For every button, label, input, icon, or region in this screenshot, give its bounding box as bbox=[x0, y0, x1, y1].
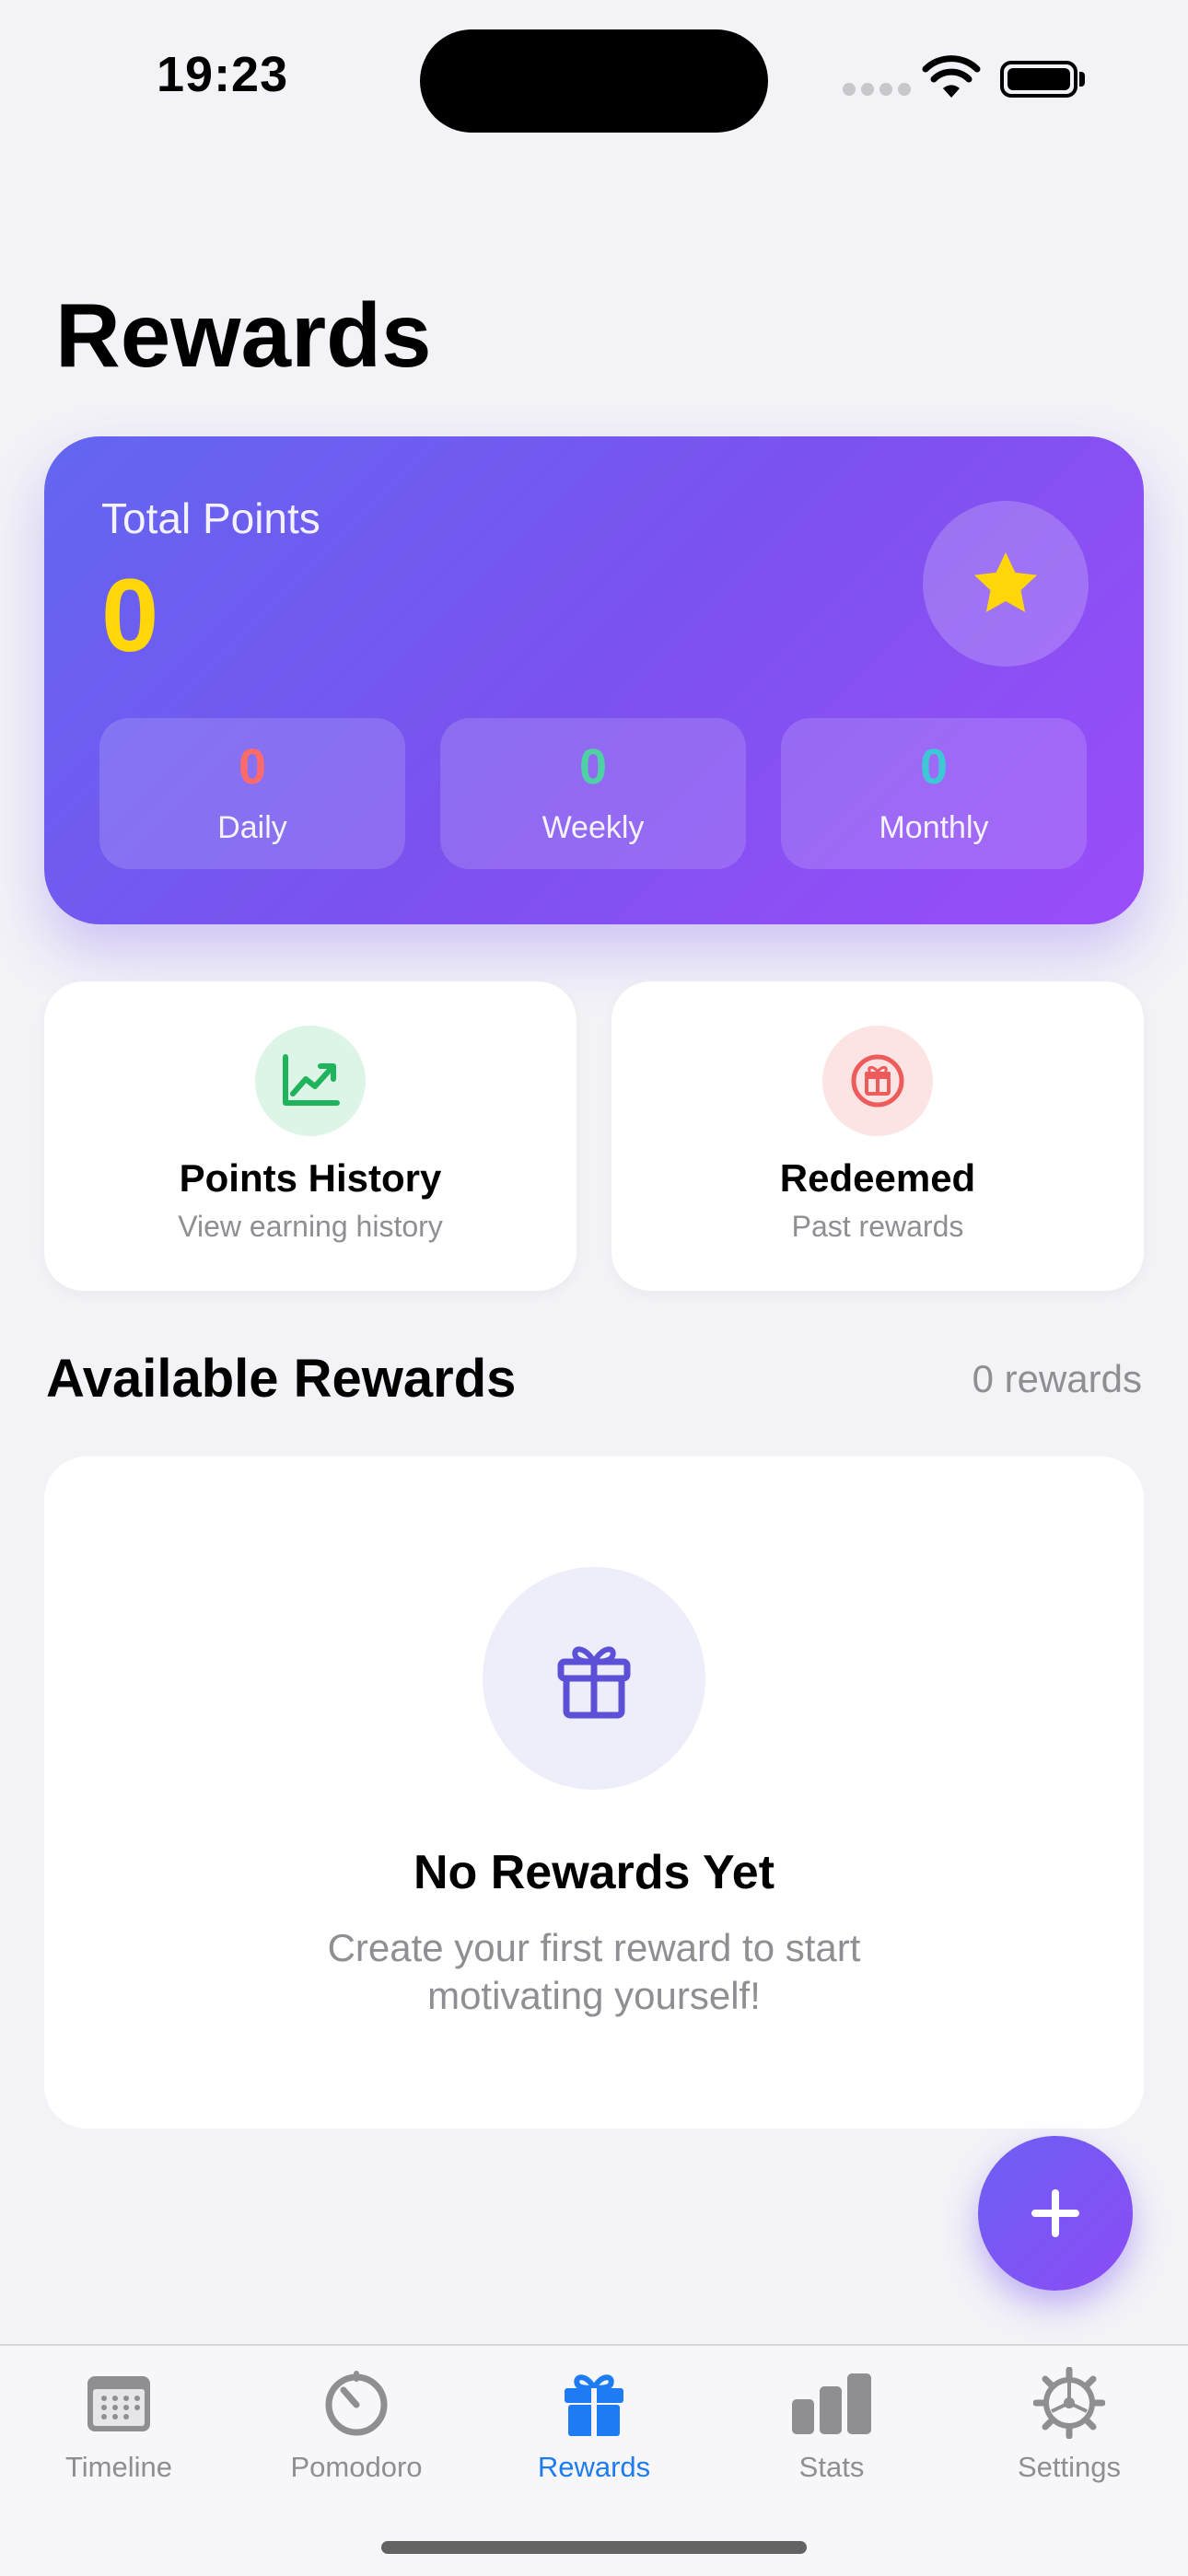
tab-settings-label: Settings bbox=[1017, 2451, 1121, 2483]
empty-state-icon-badge bbox=[483, 1567, 705, 1790]
empty-state-description: Create your first reward to start motiva… bbox=[327, 1926, 861, 2017]
redeemed-card[interactable]: Redeemed Past rewards bbox=[611, 981, 1144, 1291]
tab-pomodoro-label: Pomodoro bbox=[290, 2451, 423, 2483]
add-reward-button[interactable] bbox=[978, 2136, 1133, 2291]
points-history-title: Points History bbox=[179, 1156, 442, 1200]
battery-icon bbox=[1000, 61, 1077, 98]
empty-state-title: No Rewards Yet bbox=[413, 1846, 775, 1899]
total-points-value: 0 bbox=[101, 558, 159, 673]
calendar-icon bbox=[87, 2376, 150, 2431]
chart-line-icon bbox=[283, 1054, 340, 1106]
plus-icon bbox=[1031, 2189, 1079, 2237]
gift-icon bbox=[851, 1054, 904, 1108]
tab-rewards[interactable]: Rewards bbox=[475, 2359, 713, 2484]
weekly-points-value: 0 bbox=[578, 739, 608, 795]
tab-timeline[interactable]: Timeline bbox=[0, 2359, 238, 2484]
daily-points-value: 0 bbox=[238, 739, 267, 795]
monthly-points-stat: 0 Monthly bbox=[781, 718, 1087, 869]
status-time: 19:23 bbox=[157, 47, 289, 102]
wifi-icon bbox=[921, 55, 982, 106]
battery-cap bbox=[1079, 72, 1085, 87]
points-history-icon-badge bbox=[255, 1026, 366, 1136]
tab-stats[interactable]: Stats bbox=[713, 2359, 950, 2484]
redeemed-subtitle: Past rewards bbox=[791, 1210, 964, 1243]
tab-settings[interactable]: Settings bbox=[950, 2359, 1188, 2484]
tab-rewards-label: Rewards bbox=[537, 2451, 651, 2483]
tab-timeline-label: Timeline bbox=[65, 2451, 172, 2483]
gift-icon bbox=[557, 1646, 631, 1719]
tab-pomodoro[interactable]: Pomodoro bbox=[238, 2359, 475, 2484]
points-history-subtitle: View earning history bbox=[178, 1210, 443, 1243]
star-badge bbox=[923, 501, 1089, 667]
total-points-label: Total Points bbox=[101, 494, 320, 542]
gift-icon bbox=[565, 2374, 623, 2436]
redeemed-title: Redeemed bbox=[779, 1156, 976, 1200]
redeemed-icon-badge bbox=[822, 1026, 933, 1136]
rewards-count: 0 rewards bbox=[972, 1357, 1142, 1400]
available-rewards-title: Available Rewards bbox=[46, 1349, 517, 1409]
empty-rewards-card bbox=[44, 1456, 1144, 2129]
monthly-points-label: Monthly bbox=[879, 810, 989, 845]
cellular-signal-icon bbox=[843, 83, 911, 96]
timer-icon bbox=[325, 2371, 388, 2436]
dynamic-island bbox=[420, 29, 768, 133]
page-title: Rewards bbox=[55, 284, 432, 386]
star-icon bbox=[973, 551, 1038, 612]
tab-stats-label: Stats bbox=[798, 2451, 865, 2483]
daily-points-label: Daily bbox=[217, 810, 287, 845]
daily-points-stat: 0 Daily bbox=[99, 718, 405, 869]
weekly-points-stat: 0 Weekly bbox=[440, 718, 746, 869]
weekly-points-label: Weekly bbox=[542, 810, 645, 845]
monthly-points-value: 0 bbox=[919, 739, 949, 795]
bar-chart-icon bbox=[792, 2373, 871, 2434]
home-indicator bbox=[381, 2541, 807, 2554]
points-history-card[interactable]: Points History View earning history bbox=[44, 981, 577, 1291]
gear-icon bbox=[1033, 2367, 1105, 2439]
